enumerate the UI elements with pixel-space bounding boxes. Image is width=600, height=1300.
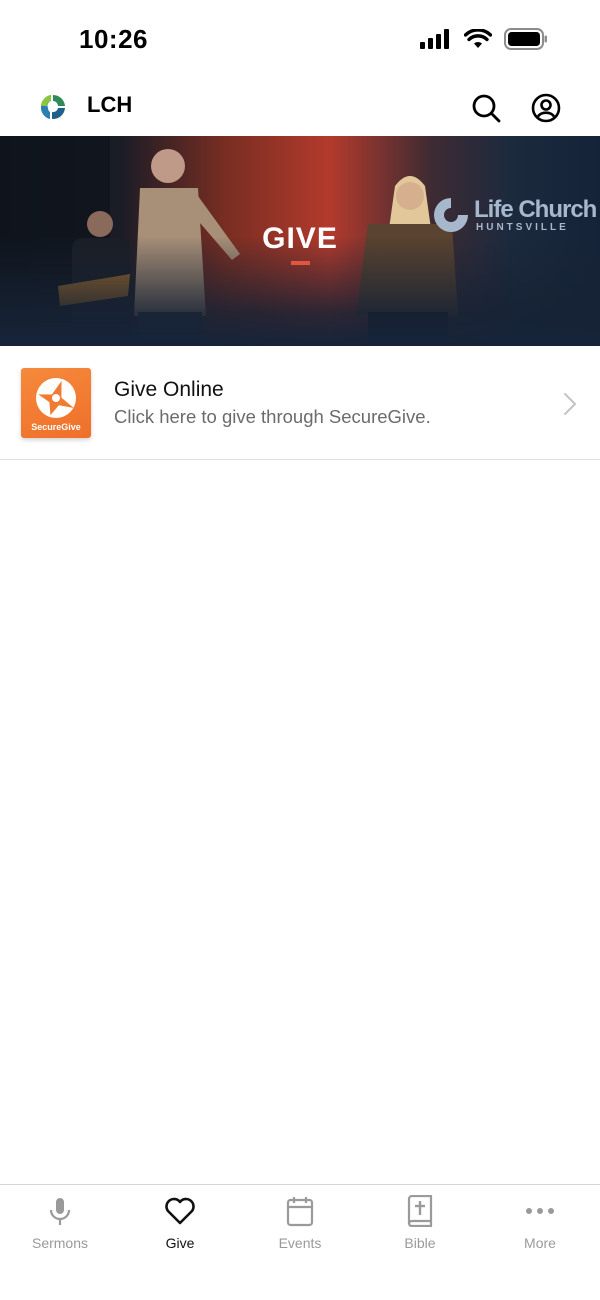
status-icons bbox=[420, 28, 548, 50]
app-header: LCH bbox=[0, 80, 600, 136]
bible-icon bbox=[407, 1195, 433, 1227]
tab-label-more: More bbox=[524, 1235, 556, 1251]
tab-label-give: Give bbox=[165, 1235, 195, 1251]
tab-events[interactable]: Events bbox=[240, 1185, 360, 1265]
status-time: 10:26 bbox=[79, 24, 148, 54]
chevron-right-icon bbox=[564, 393, 576, 415]
hero-title: GIVE bbox=[262, 222, 338, 255]
account-icon bbox=[531, 93, 561, 123]
more-dots-icon bbox=[526, 1208, 554, 1214]
status-bar: 10:26 bbox=[0, 0, 600, 80]
search-icon bbox=[472, 94, 501, 123]
tab-label-bible: Bible bbox=[404, 1235, 436, 1251]
heart-icon bbox=[165, 1197, 195, 1225]
give-online-title: Give Online bbox=[114, 378, 224, 401]
tab-give[interactable]: Give bbox=[120, 1185, 240, 1265]
hero-banner: Life Church HUNTSVILLE GIVE bbox=[0, 136, 600, 346]
church-brand-name: Life Church bbox=[474, 196, 597, 223]
give-online-subtitle: Click here to give through SecureGive. bbox=[114, 406, 431, 427]
securegive-label: SecureGive bbox=[31, 422, 81, 432]
tab-bible[interactable]: Bible bbox=[360, 1185, 480, 1265]
tab-bar: Sermons Give Events Bible More bbox=[0, 1184, 600, 1300]
hero-underline bbox=[291, 261, 310, 265]
search-button[interactable] bbox=[468, 90, 504, 126]
tab-label-sermons: Sermons bbox=[31, 1235, 89, 1251]
battery-icon bbox=[504, 28, 547, 50]
account-button[interactable] bbox=[528, 90, 564, 126]
give-online-item[interactable]: SecureGive Give Online Click here to giv… bbox=[0, 346, 600, 460]
tab-sermons[interactable]: Sermons bbox=[0, 1185, 120, 1265]
microphone-icon bbox=[49, 1198, 71, 1225]
logo-icon[interactable] bbox=[38, 92, 68, 122]
securegive-thumbnail: SecureGive bbox=[21, 368, 91, 438]
app-title: LCH bbox=[87, 92, 133, 117]
tab-label-events: Events bbox=[278, 1235, 322, 1251]
calendar-icon bbox=[286, 1197, 314, 1227]
tab-more[interactable]: More bbox=[480, 1185, 600, 1265]
wifi-icon bbox=[464, 29, 492, 48]
signal-icon bbox=[420, 29, 449, 49]
